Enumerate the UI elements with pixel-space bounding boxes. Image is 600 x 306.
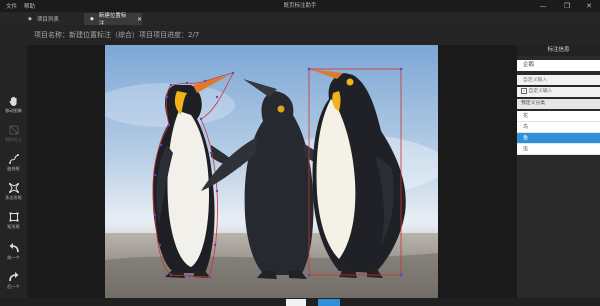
tool-label: 多边形框 (5, 195, 22, 200)
custom-input-label: 自定义输入 (528, 89, 553, 94)
tool-label: 后一个 (7, 284, 20, 289)
tool-label: 矩形框 (7, 224, 20, 229)
arrow-forward-icon (8, 272, 18, 282)
project-info-bar: 项目名称：新建位置标注（综合）项目 项目进度：2/7 (0, 25, 600, 45)
annotated-image[interactable] (105, 45, 438, 298)
hand-icon (9, 96, 17, 106)
maximize-button[interactable]: ❐ (556, 0, 578, 12)
panel-title: 标注信息 (517, 45, 600, 56)
diamond-icon: ◆ (28, 16, 32, 22)
minimize-button[interactable]: — (532, 0, 554, 12)
thumbnail-active[interactable] (318, 299, 340, 306)
category-option[interactable]: 鸟 (517, 122, 600, 133)
arrow-back-icon (9, 243, 19, 253)
penguin-photo (105, 45, 438, 298)
diamond-icon: ◆ (90, 16, 94, 22)
tool-label: 删除标注 (5, 137, 22, 142)
curve-icon (8, 154, 19, 164)
menu-file[interactable]: 文件 (6, 2, 17, 10)
custom-input-toggle[interactable]: ✓ 自定义输入 (517, 87, 600, 97)
polygon-icon (8, 182, 19, 194)
slash-icon (9, 125, 18, 135)
category-option[interactable]: 虫 (517, 144, 600, 155)
tool-delete-annotation[interactable]: 删除标注 (0, 124, 27, 143)
project-name: 项目名称：新建位置标注（综合）项目 (34, 31, 153, 39)
category-option-selected[interactable]: 鱼 (517, 133, 600, 144)
tool-move-image[interactable]: 移动图像 (0, 95, 27, 114)
checkbox-checked-icon[interactable]: ✓ (521, 87, 527, 94)
close-tab-icon[interactable]: ✕ (137, 16, 142, 23)
thumbnail-white[interactable] (286, 299, 306, 306)
menu-help[interactable]: 帮助 (24, 2, 35, 10)
tool-previous[interactable]: 前一个 (0, 242, 27, 261)
tool-label: 前一个 (7, 255, 20, 260)
annotation-info-panel: 标注信息 企鹅 ✓ 自定义输入 预定义分类 花 鸟 鱼 虫 (517, 45, 600, 298)
annotation-tag[interactable]: 企鹅 (517, 60, 600, 71)
status-bar (0, 298, 600, 306)
tool-sidebar: 移动图像 删除标注 曲线框 多边形框 矩形框 前一个 后一个 (0, 45, 27, 298)
tool-label: 曲线框 (7, 166, 20, 171)
tool-rectangle-box[interactable]: 矩形框 (0, 211, 27, 230)
tab-new-annotation[interactable]: ◆ 新建位置标注 ✕ (84, 13, 142, 27)
category-option[interactable]: 花 (517, 111, 600, 122)
tab-bar: ◆ 项目列表 ◆ 新建位置标注 ✕ (0, 12, 600, 27)
close-window-button[interactable]: ✕ (578, 0, 600, 12)
project-progress: 项目进度：2/7 (153, 31, 200, 39)
preset-category-header: 预定义分类 (517, 99, 600, 109)
rectangle-icon (9, 212, 18, 222)
tab-project-list[interactable]: ◆ 项目列表 (22, 13, 82, 25)
custom-input-field[interactable] (517, 75, 600, 85)
tab-label: 项目列表 (36, 17, 59, 23)
tool-curve-box[interactable]: 曲线框 (0, 153, 27, 172)
title-bar: 文件 帮助 (0, 0, 600, 12)
tool-next[interactable]: 后一个 (0, 271, 27, 290)
tool-polygon-box[interactable]: 多边形框 (0, 182, 27, 201)
tool-label: 移动图像 (5, 108, 22, 113)
